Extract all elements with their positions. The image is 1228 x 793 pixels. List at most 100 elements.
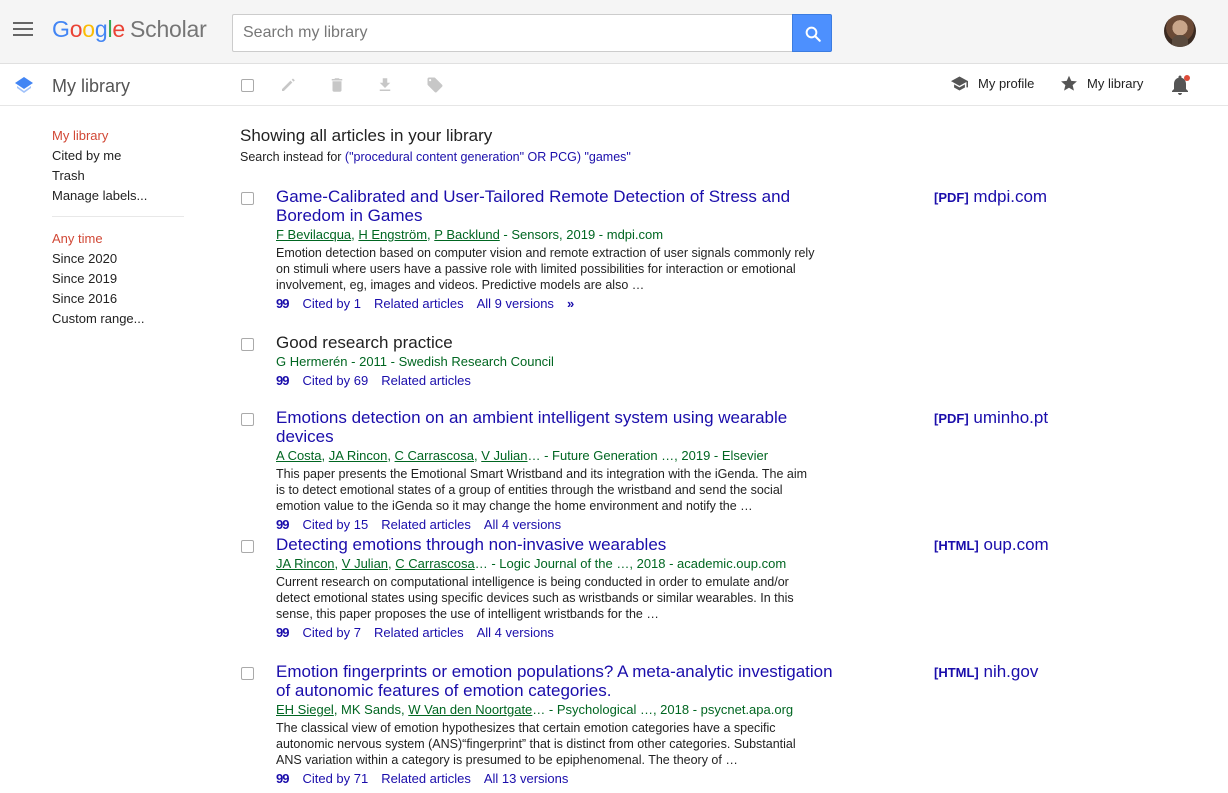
sidebar-item-custom-range[interactable]: Custom range... (52, 309, 184, 329)
author-link[interactable]: C Carrascosa (395, 556, 474, 571)
logo-letter: g (94, 16, 108, 42)
search-instead-link[interactable]: ("procedural content generation" OR PCG)… (345, 150, 631, 164)
result-authors: F Bevilacqua, H Engström, P Backlund - S… (276, 227, 664, 242)
result-checkbox[interactable] (241, 338, 254, 351)
result-title[interactable]: Emotions detection on an ambient intelli… (276, 408, 846, 446)
top-header: Google Scholar (0, 0, 1228, 64)
result-body: Detecting emotions through non-invasive … (276, 535, 846, 642)
logo-product: Scholar (130, 16, 207, 42)
versions-link[interactable]: All 13 versions (484, 770, 569, 788)
result-actions: 99 Cited by 15 Related articles All 4 ve… (276, 516, 846, 534)
full-text-link[interactable]: [HTML] oup.com (934, 535, 1049, 555)
cited-by-link[interactable]: Cited by 1 (302, 295, 361, 313)
sidebar-item-any-time[interactable]: Any time (52, 229, 184, 249)
download-icon[interactable] (376, 76, 394, 94)
my-profile-link[interactable]: My profile (950, 75, 1034, 92)
sidebar: My library Cited by me Trash Manage labe… (52, 126, 184, 329)
result-checkbox[interactable] (241, 667, 254, 680)
cited-by-link[interactable]: Cited by 69 (302, 372, 368, 390)
author-link[interactable]: W Van den Noortgate (408, 702, 532, 717)
publication-info: … - Logic Journal of the …, 2018 - acade… (474, 556, 787, 571)
cited-by-link[interactable]: Cited by 15 (302, 516, 368, 534)
notification-dot (1184, 75, 1190, 81)
alerts-button[interactable] (1172, 75, 1190, 95)
library-icon (15, 77, 33, 93)
results-panel: Showing all articles in your library Sea… (240, 126, 1140, 786)
label-icon[interactable] (426, 76, 444, 94)
cite-icon[interactable]: 99 (276, 372, 290, 390)
author-link[interactable]: C Carrascosa (395, 448, 474, 463)
full-text-link[interactable]: [PDF] mdpi.com (934, 187, 1047, 207)
my-library-link[interactable]: My library (1060, 75, 1143, 92)
full-text-link[interactable]: [PDF] uminho.pt (934, 408, 1048, 428)
format-label: [PDF] (934, 411, 969, 426)
result-checkbox[interactable] (241, 540, 254, 553)
cited-by-link[interactable]: Cited by 7 (302, 624, 361, 642)
related-articles-link[interactable]: Related articles (381, 516, 471, 534)
search-button[interactable] (792, 14, 832, 52)
domain-label: nih.gov (983, 662, 1039, 681)
result-actions: 99 Cited by 1 Related articles All 9 ver… (276, 295, 846, 313)
menu-icon[interactable] (13, 22, 33, 40)
author-link[interactable]: P Backlund (434, 227, 500, 242)
sidebar-item-manage-labels[interactable]: Manage labels... (52, 186, 184, 206)
star-icon (1061, 75, 1077, 91)
trash-icon[interactable] (328, 76, 346, 94)
result-snippet: Emotion detection based on computer visi… (276, 246, 815, 292)
logo-letter: o (82, 16, 95, 42)
result-actions: 99 Cited by 69 Related articles (276, 372, 846, 390)
search-field[interactable] (232, 14, 793, 52)
related-articles-link[interactable]: Related articles (381, 770, 471, 788)
author-link[interactable]: V Julian (481, 448, 527, 463)
my-library-label: My library (1087, 76, 1144, 91)
versions-link[interactable]: All 4 versions (477, 624, 554, 642)
sidebar-item-since-2016[interactable]: Since 2016 (52, 289, 184, 309)
author-link[interactable]: JA Rincon (276, 556, 335, 571)
sidebar-divider (52, 216, 184, 217)
domain-label: mdpi.com (973, 187, 1048, 206)
publication-info: … - Future Generation …, 2019 - Elsevier (527, 448, 769, 463)
author-link[interactable]: A Costa (276, 448, 322, 463)
more-icon[interactable]: » (567, 295, 574, 313)
sidebar-item-since-2020[interactable]: Since 2020 (52, 249, 184, 269)
sidebar-item-since-2019[interactable]: Since 2019 (52, 269, 184, 289)
result-checkbox[interactable] (241, 413, 254, 426)
related-articles-link[interactable]: Related articles (374, 624, 464, 642)
author-link[interactable]: F Bevilacqua (276, 227, 351, 242)
result-title[interactable]: Detecting emotions through non-invasive … (276, 535, 846, 554)
select-all-checkbox[interactable] (241, 79, 259, 97)
edit-icon[interactable] (279, 76, 297, 94)
search-input[interactable] (233, 15, 793, 51)
cited-by-link[interactable]: Cited by 71 (302, 770, 368, 788)
related-articles-link[interactable]: Related articles (381, 372, 471, 390)
cite-icon[interactable]: 99 (276, 295, 290, 313)
sidebar-item-trash[interactable]: Trash (52, 166, 184, 186)
sidebar-item-cited-by-me[interactable]: Cited by me (52, 146, 184, 166)
google-scholar-logo[interactable]: Google Scholar (52, 16, 207, 43)
logo-letter: e (112, 16, 125, 42)
cite-icon[interactable]: 99 (276, 624, 290, 642)
related-articles-link[interactable]: Related articles (374, 295, 464, 313)
author-link[interactable]: EH Siegel (276, 702, 334, 717)
versions-link[interactable]: All 9 versions (477, 295, 554, 313)
author-link[interactable]: H Engström (358, 227, 427, 242)
result-title[interactable]: Emotion fingerprints or emotion populati… (276, 662, 846, 700)
result-authors: JA Rincon, V Julian, C Carrascosa… - Log… (276, 556, 787, 571)
result-title[interactable]: Game-Calibrated and User-Tailored Remote… (276, 187, 846, 225)
author-link[interactable]: JA Rincon (329, 448, 388, 463)
result-checkbox[interactable] (241, 192, 254, 205)
full-text-link[interactable]: [HTML] nih.gov (934, 662, 1038, 682)
sidebar-item-my-library[interactable]: My library (52, 126, 184, 146)
result-snippet: Current research on computational intell… (276, 575, 794, 621)
cite-icon[interactable]: 99 (276, 770, 290, 788)
author-link[interactable]: V Julian (342, 556, 388, 571)
versions-link[interactable]: All 4 versions (484, 516, 561, 534)
cite-icon[interactable]: 99 (276, 516, 290, 534)
format-label: [HTML] (934, 538, 979, 553)
result-body: Emotion fingerprints or emotion populati… (276, 662, 846, 788)
result-authors: A Costa, JA Rincon, C Carrascosa, V Juli… (276, 448, 769, 463)
account-avatar[interactable] (1164, 15, 1196, 47)
results-heading: Showing all articles in your library (240, 126, 493, 145)
result-actions: 99 Cited by 71 Related articles All 13 v… (276, 770, 846, 788)
page-title: My library (52, 76, 131, 96)
